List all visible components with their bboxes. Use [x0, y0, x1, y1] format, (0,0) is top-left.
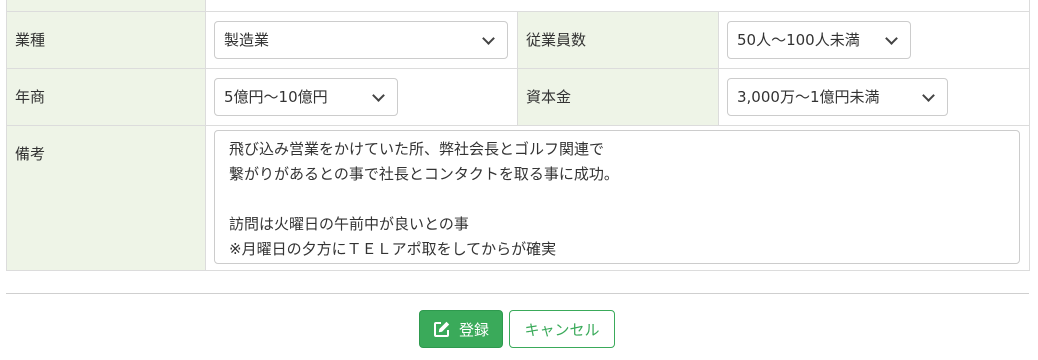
chevron-down-icon — [482, 31, 495, 45]
cancel-button-label: キャンセル — [524, 320, 600, 339]
industry-label: 業種 — [6, 10, 206, 69]
memo-textarea[interactable]: 飛び込み営業をかけていた所、弊社会長とゴルフ関連で 繋がりがあるとの事で社長とコ… — [214, 129, 1020, 264]
form-row: 業種 製造業 従業員数 50人〜100人未満 — [6, 10, 1031, 69]
revenue-label: 年商 — [6, 67, 206, 126]
form-row: 備考 飛び込み営業をかけていた所、弊社会長とゴルフ関連で 繋がりがあるとの事で社… — [6, 124, 1031, 271]
edit-icon — [433, 320, 451, 338]
chevron-down-icon — [922, 88, 935, 102]
memo-label: 備考 — [6, 124, 206, 271]
company-info-form: 業種 製造業 従業員数 50人〜100人未満 年商 5億円〜10億円 資本金 3… — [6, 0, 1031, 271]
cancel-button[interactable]: キャンセル — [509, 310, 615, 348]
form-row: 年商 5億円〜10億円 資本金 3,000万〜1億円未満 — [6, 67, 1031, 126]
previous-row-field-cell — [204, 0, 1031, 12]
capital-select[interactable]: 3,000万〜1億円未満 — [727, 77, 948, 116]
save-button-label: 登録 — [458, 320, 489, 339]
previous-row-label-cell — [6, 0, 206, 12]
chevron-down-icon — [372, 88, 385, 102]
industry-select[interactable]: 製造業 — [214, 20, 508, 59]
employees-label: 従業員数 — [517, 10, 719, 69]
industry-select-value: 製造業 — [224, 31, 270, 49]
revenue-select-value: 5億円〜10億円 — [224, 88, 328, 106]
divider — [6, 293, 1029, 294]
previous-row-fragment — [6, 0, 1031, 12]
chevron-down-icon — [885, 31, 898, 45]
capital-select-value: 3,000万〜1億円未満 — [737, 88, 880, 106]
employees-select[interactable]: 50人〜100人未満 — [727, 20, 911, 59]
capital-label: 資本金 — [517, 67, 719, 126]
revenue-select[interactable]: 5億円〜10億円 — [214, 77, 398, 116]
employees-select-value: 50人〜100人未満 — [737, 31, 860, 49]
save-button[interactable]: 登録 — [419, 310, 503, 348]
